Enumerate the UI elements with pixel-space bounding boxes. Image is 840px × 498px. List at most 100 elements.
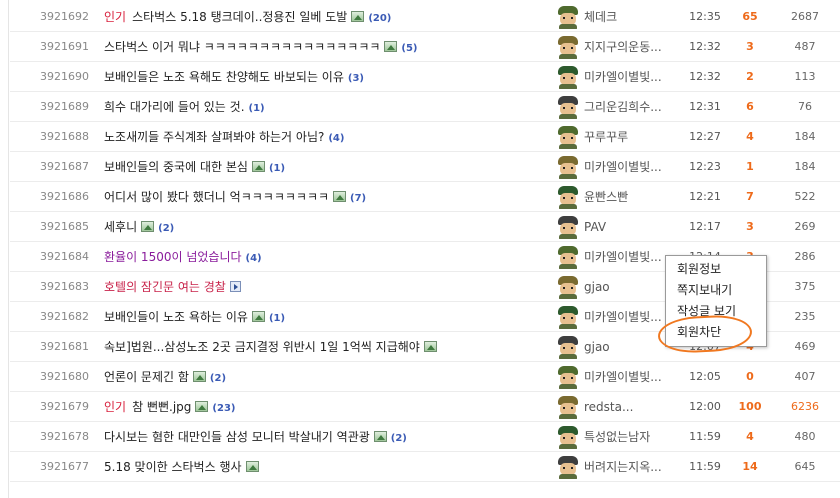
left-border-line bbox=[8, 0, 9, 498]
post-title-link[interactable]: 노조새끼들 주식계좌 살펴봐야 하는거 아님? bbox=[104, 130, 324, 144]
menu-item-send-message[interactable]: 쪽지보내기 bbox=[666, 280, 766, 301]
author-nickname[interactable]: 버려지는지옥... bbox=[584, 452, 680, 482]
avatar[interactable] bbox=[556, 245, 580, 269]
avatar-eyes bbox=[563, 437, 573, 439]
author-nickname[interactable]: 미카엘이별빛... bbox=[584, 152, 680, 182]
view-count: 480 bbox=[794, 430, 816, 443]
post-number: 3921688 bbox=[40, 130, 89, 143]
avatar[interactable] bbox=[556, 365, 580, 389]
comment-count[interactable]: (20) bbox=[368, 13, 391, 24]
image-attachment-icon bbox=[351, 11, 365, 22]
post-title-cell: 노조새끼들 주식계좌 살펴봐야 하는거 아님? (4) bbox=[104, 122, 344, 154]
post-title-link[interactable]: 어디서 많이 봤다 했더니 억ㅋㅋㅋㅋㅋㅋㅋㅋ bbox=[104, 190, 329, 204]
post-time: 12:32 bbox=[689, 70, 721, 83]
avatar[interactable] bbox=[556, 305, 580, 329]
comment-count[interactable]: (7) bbox=[350, 193, 366, 204]
post-title-link[interactable]: 속보]법원...삼성노조 2곳 금지결정 위반시 1일 1억씩 지급해야 bbox=[104, 340, 420, 354]
avatar[interactable] bbox=[556, 185, 580, 209]
comment-count[interactable]: (1) bbox=[269, 313, 285, 324]
comment-count[interactable]: (2) bbox=[391, 433, 407, 444]
table-row: 3921686 어디서 많이 봤다 했더니 억ㅋㅋㅋㅋㅋㅋㅋㅋ (7) 윤빤스빤 12:… bbox=[10, 182, 840, 212]
post-title-link[interactable]: 희수 대가리에 들어 있는 것. bbox=[104, 100, 245, 114]
comment-count[interactable]: (1) bbox=[269, 163, 285, 174]
comment-count[interactable]: (2) bbox=[210, 373, 226, 384]
post-time: 12:35 bbox=[689, 10, 721, 23]
view-count: 76 bbox=[798, 100, 812, 113]
avatar[interactable] bbox=[556, 455, 580, 479]
table-row: 3921677 5.18 맞이한 스타벅스 행사 버려지는지옥... 11:59 14 6… bbox=[10, 452, 840, 482]
popular-tag: 인기 bbox=[104, 10, 127, 24]
view-count: 2687 bbox=[791, 10, 819, 23]
avatar[interactable] bbox=[556, 35, 580, 59]
post-title-link[interactable]: 참 뻔뻔.jpg bbox=[132, 400, 191, 414]
avatar[interactable] bbox=[556, 275, 580, 299]
table-row: 3921690 보배인들은 노조 욕해도 찬양해도 바보되는 이유 (3) 미카엘이별… bbox=[10, 62, 840, 92]
post-number: 3921684 bbox=[40, 250, 89, 263]
view-count: 113 bbox=[794, 70, 816, 83]
avatar-eyes bbox=[563, 287, 573, 289]
avatar[interactable] bbox=[556, 125, 580, 149]
comment-count[interactable]: (4) bbox=[328, 133, 344, 144]
post-title-link[interactable]: 스타벅스 5.18 탱크데이..정용진 일베 도발 bbox=[132, 10, 347, 24]
post-title-cell: 5.18 맞이한 스타벅스 행사 bbox=[104, 452, 259, 482]
menu-item-member-info[interactable]: 회원정보 bbox=[666, 259, 766, 280]
comment-count[interactable]: (23) bbox=[212, 403, 235, 414]
comment-count[interactable]: (5) bbox=[401, 43, 417, 54]
comment-count[interactable]: (1) bbox=[249, 103, 265, 114]
comment-count[interactable]: (3) bbox=[348, 73, 364, 84]
avatar[interactable] bbox=[556, 395, 580, 419]
author-nickname[interactable]: 특성없는남자 bbox=[584, 422, 680, 452]
avatar-body bbox=[559, 54, 577, 59]
author-nickname[interactable]: 지지구의운동... bbox=[584, 32, 680, 62]
avatar[interactable] bbox=[556, 155, 580, 179]
post-title-link[interactable]: 보배인들은 노조 욕해도 찬양해도 바보되는 이유 bbox=[104, 70, 344, 84]
post-title-link[interactable]: 5.18 맞이한 스타벅스 행사 bbox=[104, 460, 242, 474]
recommend-count: 2 bbox=[746, 70, 754, 83]
view-count: 269 bbox=[794, 220, 816, 233]
post-number: 3921687 bbox=[40, 160, 89, 173]
post-title-link[interactable]: 호텔의 잠긴문 여는 경찰 bbox=[104, 280, 226, 294]
post-title-cell: 호텔의 잠긴문 여는 경찰 bbox=[104, 272, 241, 302]
author-nickname[interactable]: 미카엘이별빛... bbox=[584, 362, 680, 392]
post-title-link[interactable]: 스타벅스 이거 뭐냐 ㅋㅋㅋㅋㅋㅋㅋㅋㅋㅋㅋㅋㅋㅋㅋㅋ bbox=[104, 40, 380, 54]
avatar[interactable] bbox=[556, 65, 580, 89]
table-row: 3921687 보배인들의 중국에 대한 본심 (1) 미카엘이별빛... 12:23 1… bbox=[10, 152, 840, 182]
post-title-link[interactable]: 환율이 1500이 넘었습니다 bbox=[104, 250, 242, 264]
post-title-link[interactable]: 세후니 bbox=[104, 220, 137, 234]
recommend-count: 7 bbox=[746, 190, 754, 203]
post-time: 12:32 bbox=[689, 40, 721, 53]
author-nickname[interactable]: PAV bbox=[584, 212, 680, 242]
post-title-cell: 언론이 문제긴 함 (2) bbox=[104, 362, 226, 394]
recommend-count: 4 bbox=[746, 430, 754, 443]
post-title-link[interactable]: 언론이 문제긴 함 bbox=[104, 370, 189, 384]
avatar-body bbox=[559, 84, 577, 89]
image-attachment-icon bbox=[373, 431, 387, 442]
post-title-cell: 인기 참 뻔뻔.jpg (23) bbox=[104, 392, 235, 424]
avatar-eyes bbox=[563, 347, 573, 349]
avatar[interactable] bbox=[556, 215, 580, 239]
author-nickname[interactable]: redsta... bbox=[584, 392, 680, 422]
post-title-link[interactable]: 보배인들이 노조 욕하는 이유 bbox=[104, 310, 248, 324]
avatar-body bbox=[559, 24, 577, 29]
image-attachment-icon bbox=[245, 461, 259, 472]
avatar[interactable] bbox=[556, 425, 580, 449]
comment-count[interactable]: (2) bbox=[158, 223, 174, 234]
avatar[interactable] bbox=[556, 5, 580, 29]
post-title-link[interactable]: 다시보는 혐한 대만인들 삼성 모니터 박살내기 역관광 bbox=[104, 430, 370, 444]
author-nickname[interactable]: 그리운김희수... bbox=[584, 92, 680, 122]
author-nickname[interactable]: 체데크 bbox=[584, 2, 680, 32]
avatar[interactable] bbox=[556, 95, 580, 119]
author-nickname[interactable]: 윤빤스빤 bbox=[584, 182, 680, 212]
author-nickname[interactable]: 미카엘이별빛... bbox=[584, 62, 680, 92]
recommend-count: 4 bbox=[746, 130, 754, 143]
post-title-link[interactable]: 보배인들의 중국에 대한 본심 bbox=[104, 160, 248, 174]
post-time: 12:05 bbox=[689, 370, 721, 383]
author-nickname[interactable]: 꾸루꾸루 bbox=[584, 122, 680, 152]
table-row: 3921688 노조새끼들 주식계좌 살펴봐야 하는거 아님? (4) 꾸루꾸루 12:… bbox=[10, 122, 840, 152]
comment-count[interactable]: (4) bbox=[246, 253, 262, 264]
avatar-eyes bbox=[563, 107, 573, 109]
table-row: 3921680 언론이 문제긴 함 (2) 미카엘이별빛... 12:05 0 407 bbox=[10, 362, 840, 392]
table-row: 3921692 인기 스타벅스 5.18 탱크데이..정용진 일베 도발 (20) 체데… bbox=[10, 2, 840, 32]
avatar[interactable] bbox=[556, 335, 580, 359]
avatar-body bbox=[559, 174, 577, 179]
